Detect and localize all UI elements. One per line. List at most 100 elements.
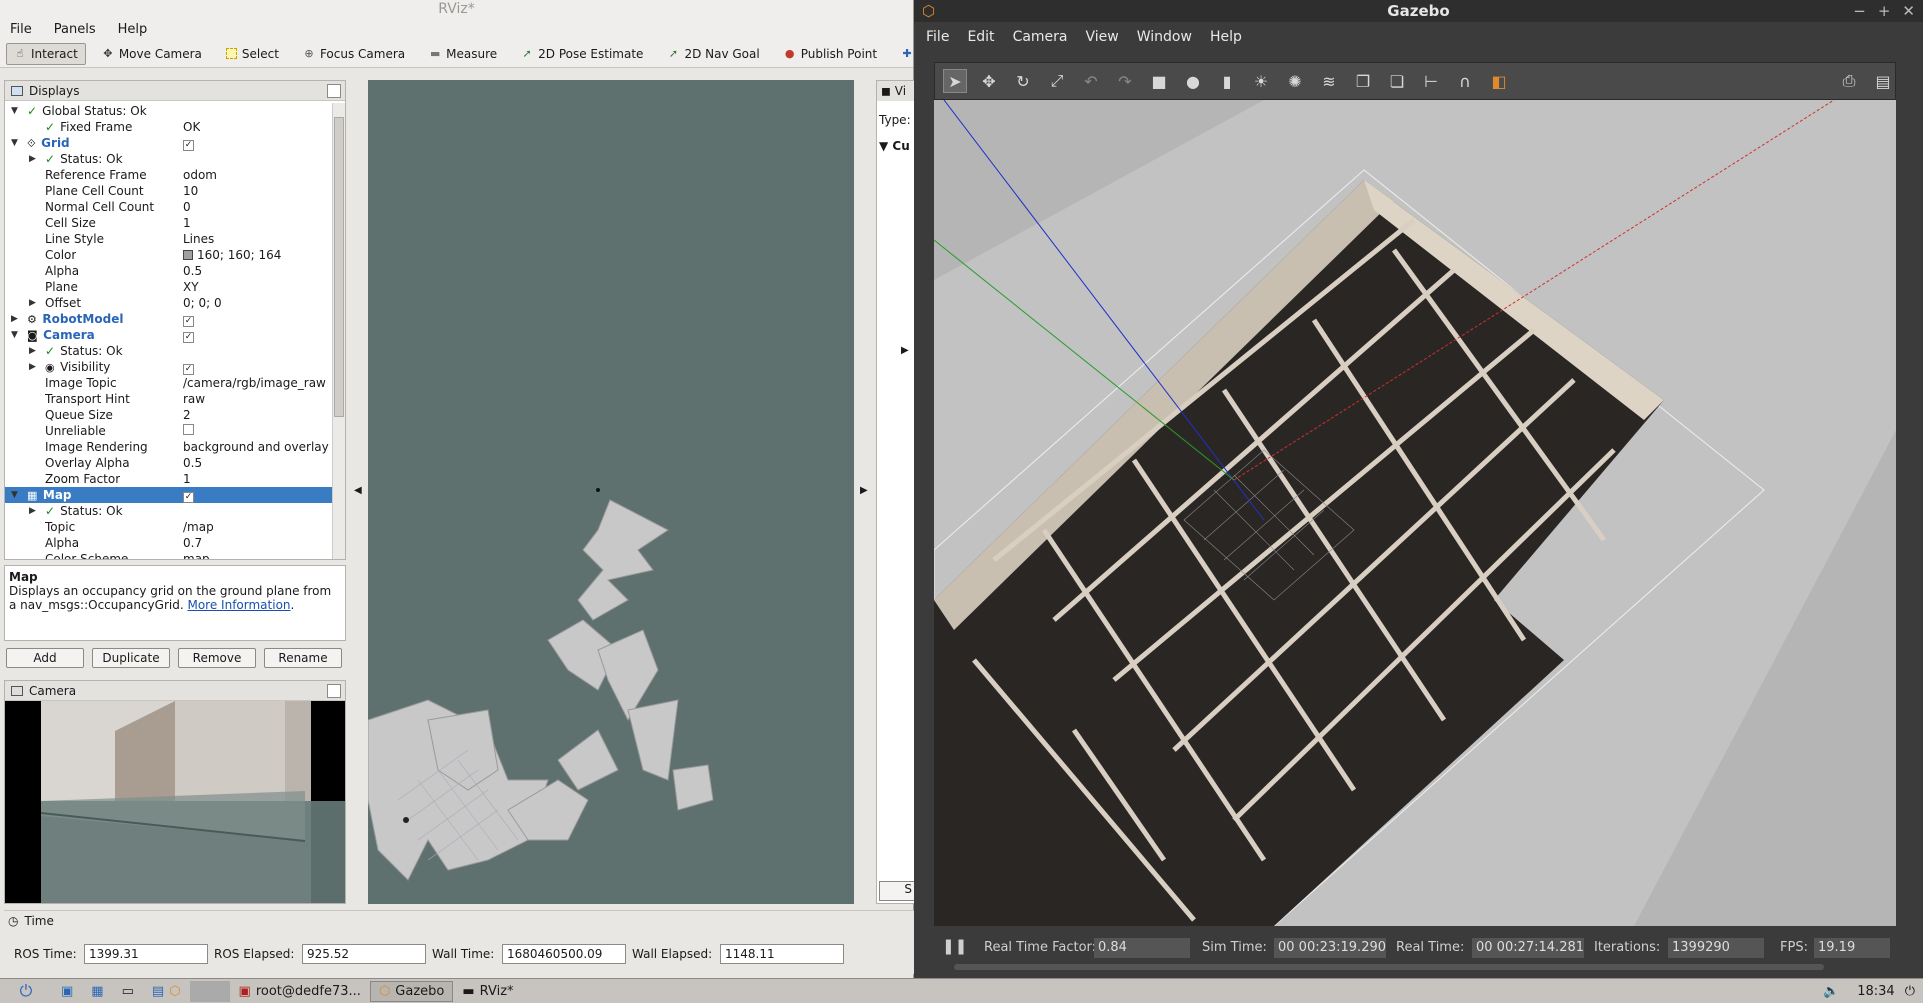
display-row-value[interactable]: OK bbox=[183, 120, 200, 134]
display-row-value[interactable]: ✓ bbox=[183, 488, 194, 503]
display-row[interactable]: Cell Size 1 bbox=[5, 215, 333, 231]
display-row-value[interactable] bbox=[183, 424, 194, 438]
task-terminal[interactable]: ▣ root@dedfe73... bbox=[230, 981, 370, 1002]
launcher-desktop[interactable]: ▭ bbox=[113, 981, 143, 1002]
expand-icon[interactable]: ▶ bbox=[29, 362, 39, 372]
ros-time-field[interactable]: 1399.31 bbox=[84, 944, 208, 964]
right-splitter[interactable]: ▶ bbox=[856, 80, 872, 904]
add-button[interactable]: Add bbox=[6, 648, 84, 668]
enable-checkbox[interactable] bbox=[183, 424, 194, 435]
display-row[interactable]: Transport Hint raw bbox=[5, 391, 333, 407]
tool-2d-pose-estimate[interactable]: ➚ 2D Pose Estimate bbox=[513, 43, 651, 65]
scrollbar-thumb[interactable] bbox=[334, 117, 344, 417]
display-row[interactable]: Plane Cell Count 10 bbox=[5, 183, 333, 199]
display-row[interactable]: Topic/map bbox=[5, 519, 333, 535]
more-information-link[interactable]: More Information bbox=[187, 598, 290, 612]
pause-icon[interactable]: ❚❚ bbox=[942, 937, 967, 955]
display-row[interactable]: ▶ Offset 0; 0; 0 bbox=[5, 295, 333, 311]
tool-interact[interactable]: ☝ Interact bbox=[6, 42, 86, 65]
display-row-value[interactable]: odom bbox=[183, 168, 217, 182]
cylinder-icon[interactable]: ▮ bbox=[1215, 69, 1239, 93]
close-icon[interactable]: ✕ bbox=[1902, 0, 1915, 22]
expand-icon[interactable]: ▶ bbox=[29, 154, 39, 164]
display-row-value[interactable]: 0.5 bbox=[183, 456, 202, 470]
display-row-value[interactable]: Lines bbox=[183, 232, 214, 246]
enable-checkbox[interactable]: ✓ bbox=[183, 315, 194, 327]
display-row-value[interactable]: ✓ bbox=[183, 136, 194, 151]
enable-checkbox[interactable]: ✓ bbox=[183, 331, 194, 343]
display-row-value[interactable]: map bbox=[183, 552, 210, 559]
tool-focus-camera[interactable]: ⊕ Focus Camera bbox=[295, 43, 413, 65]
ros-elapsed-field[interactable]: 925.52 bbox=[302, 944, 426, 964]
select-mode-icon[interactable]: ➤ bbox=[943, 69, 967, 93]
tool-2d-nav-goal[interactable]: ➚ 2D Nav Goal bbox=[659, 43, 767, 65]
box-icon[interactable]: ■ bbox=[1147, 69, 1171, 93]
display-row[interactable]: ▶ ◉ Visibility ✓ bbox=[5, 359, 333, 375]
displays-scrollbar[interactable] bbox=[332, 103, 345, 559]
power-icon[interactable]: ⏻ bbox=[1905, 984, 1915, 999]
collapse-icon[interactable]: ▼ bbox=[11, 138, 21, 148]
display-row[interactable]: ▼ ✓ Global Status: Ok bbox=[5, 103, 333, 119]
expand-icon[interactable]: ▶ bbox=[29, 346, 39, 356]
align-icon[interactable]: ⊢ bbox=[1419, 69, 1443, 93]
spot-light-icon[interactable]: ✺ bbox=[1283, 69, 1307, 93]
sphere-icon[interactable]: ● bbox=[1181, 69, 1205, 93]
rviz-3d-view[interactable] bbox=[368, 80, 854, 904]
rename-button[interactable]: Rename bbox=[264, 648, 342, 668]
display-row[interactable]: ▶ ✓ Status: Ok bbox=[5, 151, 333, 167]
enable-checkbox[interactable]: ✓ bbox=[183, 363, 194, 375]
undo-icon[interactable]: ↶ bbox=[1079, 69, 1103, 93]
display-row-value[interactable]: 160; 160; 164 bbox=[183, 248, 281, 262]
expand-icon[interactable]: ▶ bbox=[29, 506, 39, 516]
display-row[interactable]: ✓ Fixed Frame OK bbox=[5, 119, 333, 135]
display-row[interactable]: ▼ ▦ Map ✓ bbox=[5, 487, 333, 503]
redo-icon[interactable]: ↷ bbox=[1113, 69, 1137, 93]
collapse-icon[interactable]: ▼ bbox=[11, 490, 21, 500]
start-menu-button[interactable]: ⏻ bbox=[0, 981, 52, 1002]
display-row[interactable]: Color 160; 160; 164 bbox=[5, 247, 333, 263]
display-row-value[interactable]: 1 bbox=[183, 472, 191, 486]
display-row-value[interactable]: 10 bbox=[183, 184, 198, 198]
display-row[interactable]: Color Scheme map bbox=[5, 551, 333, 559]
display-row[interactable]: Image Rendering background and overlay bbox=[5, 439, 333, 455]
views-save-button[interactable]: S bbox=[879, 881, 915, 901]
maximize-icon[interactable]: + bbox=[1878, 0, 1891, 22]
copy-icon[interactable]: ❐ bbox=[1351, 69, 1375, 93]
menu-panels[interactable]: Panels bbox=[50, 20, 100, 39]
collapse-icon[interactable]: ▼ bbox=[11, 330, 21, 340]
views-current-item[interactable]: ▼ Cu bbox=[879, 139, 910, 153]
screenshot-icon[interactable]: ⎙ bbox=[1837, 69, 1861, 93]
wall-time-field[interactable]: 1680460500.09 bbox=[502, 944, 626, 964]
launcher-files[interactable]: ▣ bbox=[52, 981, 82, 1002]
scale-icon[interactable]: ⤢ bbox=[1045, 69, 1069, 93]
display-row-value[interactable]: 2 bbox=[183, 408, 191, 422]
display-row[interactable]: Alpha 0.7 bbox=[5, 535, 333, 551]
tool-select[interactable]: Select bbox=[218, 43, 287, 65]
display-row[interactable]: Image Topic/camera/rgb/image_raw bbox=[5, 375, 333, 391]
display-row[interactable]: ▶ ✓ Status: Ok bbox=[5, 503, 333, 519]
display-row-value[interactable]: ✓ bbox=[183, 360, 194, 375]
point-light-icon[interactable]: ☀ bbox=[1249, 69, 1273, 93]
directional-light-icon[interactable]: ≋ bbox=[1317, 69, 1341, 93]
menu-file[interactable]: File bbox=[6, 20, 36, 39]
display-row[interactable]: Line Style Lines bbox=[5, 231, 333, 247]
display-row[interactable]: ▶ ✓ Status: Ok bbox=[5, 343, 333, 359]
gz-menu-camera[interactable]: Camera bbox=[1013, 29, 1068, 45]
log-icon[interactable]: ▤ bbox=[1871, 69, 1895, 93]
expand-icon[interactable]: ▶ bbox=[11, 314, 21, 324]
view-angle-icon[interactable]: ◧ bbox=[1487, 69, 1511, 93]
panel-float-button[interactable] bbox=[327, 84, 341, 98]
wall-elapsed-field[interactable]: 1148.11 bbox=[720, 944, 844, 964]
display-row-value[interactable]: background and overlay bbox=[183, 440, 329, 454]
display-row-value[interactable]: 0.5 bbox=[183, 264, 202, 278]
tool-measure[interactable]: ▬ Measure bbox=[421, 43, 505, 65]
launcher-rviz[interactable]: ▤ ⬡ bbox=[143, 981, 190, 1002]
expand-icon[interactable]: ▶ bbox=[29, 298, 39, 308]
snap-icon[interactable]: ∩ bbox=[1453, 69, 1477, 93]
display-row[interactable]: Normal Cell Count 0 bbox=[5, 199, 333, 215]
views-expand-icon[interactable]: ▶ bbox=[901, 345, 909, 356]
rotate-icon[interactable]: ↻ bbox=[1011, 69, 1035, 93]
display-row-value[interactable]: ✓ bbox=[183, 312, 194, 327]
display-row[interactable]: Alpha 0.5 bbox=[5, 263, 333, 279]
launcher-settings[interactable]: ▦ bbox=[82, 981, 112, 1002]
